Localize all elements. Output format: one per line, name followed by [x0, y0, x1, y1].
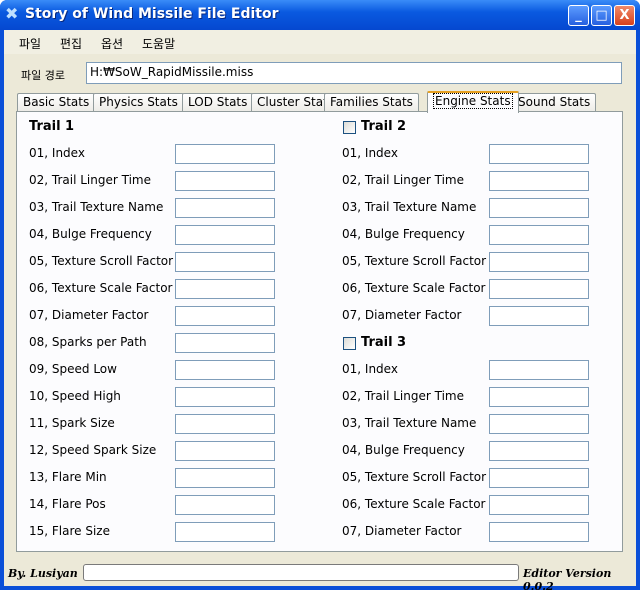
trail1-field-label: 02, Trail Linger Time	[29, 173, 151, 187]
trail3-field-label: 06, Texture Scale Factor	[342, 497, 486, 511]
engine-stats-panel: Trail 1 Trail 2 Trail 3 01, Index 02, Tra…	[16, 111, 623, 552]
trail1-field-label: 01, Index	[29, 146, 85, 160]
trail2-title: Trail 2	[361, 119, 407, 134]
trail3-field-label: 01, Index	[342, 362, 398, 376]
trail3-title: Trail 3	[361, 335, 407, 350]
trail1-field-label: 04, Bulge Frequency	[29, 227, 152, 241]
trail3-field-input[interactable]	[489, 441, 589, 461]
trail2-field-label: 03, Trail Texture Name	[342, 200, 477, 214]
app-window: ✖ Story of Wind Missile File Editor _ □ …	[0, 0, 640, 593]
trail1-field-input[interactable]	[175, 387, 275, 407]
trail1-field-input[interactable]	[175, 144, 275, 164]
trail1-field-input[interactable]	[175, 441, 275, 461]
tab-sound-stats[interactable]: Sound Stats	[512, 93, 597, 112]
trail2-field-label: 05, Texture Scroll Factor	[342, 254, 487, 268]
trail1-field-input[interactable]	[175, 333, 275, 353]
trail3-field-input[interactable]	[489, 468, 589, 488]
trail1-field-input[interactable]	[175, 252, 275, 272]
trail1-field-label: 10, Speed High	[29, 389, 121, 403]
trail3-field-input[interactable]	[489, 522, 589, 542]
trail3-field-label: 03, Trail Texture Name	[342, 416, 477, 430]
trail3-field-input[interactable]	[489, 495, 589, 515]
tab-physics-stats[interactable]: Physics Stats	[93, 93, 184, 112]
tab-label: Families Stats	[330, 95, 413, 109]
trail3-field-input[interactable]	[489, 360, 589, 380]
trail1-field-label: 09, Speed Low	[29, 362, 117, 376]
trail1-field-input[interactable]	[175, 468, 275, 488]
trail1-field-input[interactable]	[175, 171, 275, 191]
trail2-field-label: 04, Bulge Frequency	[342, 227, 465, 241]
tab-label: Sound Stats	[518, 95, 591, 109]
menu-edit[interactable]: 편집	[60, 35, 82, 52]
trail1-field-label: 03, Trail Texture Name	[29, 200, 164, 214]
trail1-field-label: 12, Speed Spark Size	[29, 443, 157, 457]
trail3-field-label: 02, Trail Linger Time	[342, 389, 464, 403]
trail2-field-input[interactable]	[489, 279, 589, 299]
menu-help[interactable]: 도움말	[142, 35, 175, 52]
menu-options[interactable]: 옵션	[101, 35, 123, 52]
trail1-field-input[interactable]	[175, 414, 275, 434]
maximize-button[interactable]: □	[591, 5, 612, 26]
trail1-field-input[interactable]	[175, 225, 275, 245]
trail1-title: Trail 1	[29, 119, 75, 134]
path-label: 파일 경로	[21, 69, 65, 82]
status-bar: By. Lusiyan Editor Version 0.0.2	[4, 560, 636, 593]
trail3-field-label: 04, Bulge Frequency	[342, 443, 465, 457]
trail2-field-input[interactable]	[489, 225, 589, 245]
tab-basic-stats[interactable]: Basic Stats	[17, 93, 96, 112]
tab-label: Cluster Stats	[257, 95, 335, 109]
trail2-field-input[interactable]	[489, 144, 589, 164]
trail2-field-input[interactable]	[489, 306, 589, 326]
trail1-field-label: 06, Texture Scale Factor	[29, 281, 173, 295]
trail2-field-label: 02, Trail Linger Time	[342, 173, 464, 187]
app-logo-icon: ✖	[5, 4, 19, 23]
minimize-button[interactable]: _	[568, 5, 589, 26]
trail2-checkbox[interactable]	[343, 121, 356, 134]
trail3-field-label: 05, Texture Scroll Factor	[342, 470, 487, 484]
author-label: By. Lusiyan	[8, 567, 78, 580]
tab-families-stats[interactable]: Families Stats	[324, 93, 419, 112]
title-bar[interactable]: ✖ Story of Wind Missile File Editor _ □ …	[0, 0, 640, 30]
trail1-field-label: 13, Flare Min	[29, 470, 107, 484]
file-path-input[interactable]: H:₩SoW_RapidMissile.miss	[86, 62, 622, 84]
trail1-field-label: 11, Spark Size	[29, 416, 115, 430]
trail1-field-input[interactable]	[175, 306, 275, 326]
menu-file[interactable]: 파일	[19, 35, 41, 52]
trail3-field-input[interactable]	[489, 387, 589, 407]
trail2-field-label: 06, Texture Scale Factor	[342, 281, 486, 295]
tab-label: Engine Stats	[433, 93, 513, 109]
trail1-field-label: 05, Texture Scroll Factor	[29, 254, 174, 268]
tab-engine-stats[interactable]: Engine Stats	[427, 91, 519, 113]
trail1-field-label: 15, Flare Size	[29, 524, 110, 538]
tab-label: Physics Stats	[99, 95, 178, 109]
trail1-field-input[interactable]	[175, 360, 275, 380]
trail1-field-input[interactable]	[175, 495, 275, 515]
tab-lod-stats[interactable]: LOD Stats	[182, 93, 254, 112]
close-button[interactable]: X	[614, 5, 635, 26]
trail1-field-label: 08, Sparks per Path	[29, 335, 147, 349]
trail1-field-input[interactable]	[175, 279, 275, 299]
trail2-field-input[interactable]	[489, 171, 589, 191]
tab-label: Basic Stats	[23, 95, 90, 109]
trail2-field-input[interactable]	[489, 252, 589, 272]
client-area: 파일 편집 옵션 도움말 파일 경로 H:₩SoW_RapidMissile.m…	[4, 30, 636, 593]
trail2-field-label: 07, Diameter Factor	[342, 308, 462, 322]
trail3-checkbox[interactable]	[343, 337, 356, 350]
trail1-field-input[interactable]	[175, 198, 275, 218]
trail2-field-label: 01, Index	[342, 146, 398, 160]
trail3-field-input[interactable]	[489, 414, 589, 434]
trail1-field-label: 07, Diameter Factor	[29, 308, 149, 322]
trail1-field-label: 14, Flare Pos	[29, 497, 106, 511]
version-label: Editor Version 0.0.2	[523, 567, 612, 593]
window-title: Story of Wind Missile File Editor	[25, 6, 279, 22]
trail1-field-input[interactable]	[175, 522, 275, 542]
trail3-field-label: 07, Diameter Factor	[342, 524, 462, 538]
menu-bar: 파일 편집 옵션 도움말	[4, 30, 636, 54]
trail2-field-input[interactable]	[489, 198, 589, 218]
tab-label: LOD Stats	[188, 95, 248, 109]
progress-bar	[83, 564, 519, 581]
